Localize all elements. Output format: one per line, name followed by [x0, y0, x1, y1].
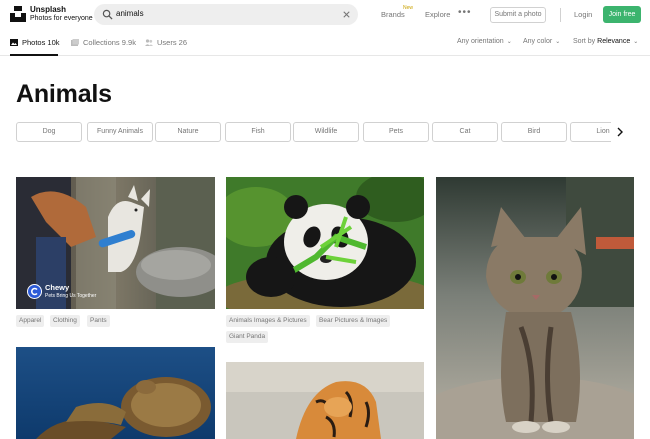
- photo-tag[interactable]: Giant Panda: [226, 331, 269, 343]
- related-chip[interactable]: Wildlife: [293, 122, 359, 142]
- photo-panda[interactable]: [226, 177, 424, 309]
- related-searches: Dog Funny Animals Nature Fish Wildlife P…: [16, 122, 611, 142]
- brand-name[interactable]: Unsplash: [30, 5, 66, 14]
- clear-search-icon[interactable]: [341, 9, 352, 20]
- related-chip[interactable]: Bird: [501, 122, 567, 142]
- chevron-down-icon: ⌄: [555, 39, 561, 45]
- brand-tagline: Photos for everyone: [30, 15, 93, 22]
- search-icon[interactable]: [102, 9, 113, 20]
- login-link[interactable]: Login: [574, 10, 592, 19]
- tab-users-label: Users 26: [157, 38, 188, 47]
- orientation-filter[interactable]: Any orientation ⌄: [457, 38, 512, 45]
- active-tab-indicator: [10, 54, 58, 56]
- related-chip[interactable]: Nature: [155, 122, 221, 142]
- photo-tag[interactable]: Apparel: [16, 315, 45, 327]
- chewy-logo-icon: [31, 287, 38, 296]
- related-chip[interactable]: Lion: [570, 122, 611, 142]
- collection-icon: [71, 39, 79, 46]
- tab-photos[interactable]: Photos 10k: [10, 38, 60, 47]
- chevron-down-icon: ⌄: [506, 39, 512, 45]
- orientation-filter-label: Any orientation: [457, 38, 504, 45]
- new-badge: New: [403, 5, 414, 11]
- color-filter[interactable]: Any color ⌄: [523, 38, 560, 45]
- chevron-right-icon[interactable]: [612, 123, 628, 141]
- photo-tag[interactable]: Animals Images & Pictures: [226, 315, 310, 327]
- image-icon: [10, 39, 18, 46]
- photo-tag[interactable]: Pants: [87, 315, 110, 327]
- sort-value: Relevance: [597, 38, 631, 45]
- users-icon: [145, 39, 153, 46]
- unsplash-logo-icon[interactable]: [10, 6, 26, 22]
- photo-sea-turtle[interactable]: [16, 347, 215, 439]
- search-bar[interactable]: animals: [94, 4, 358, 25]
- related-chip[interactable]: Dog: [16, 122, 82, 142]
- tab-users[interactable]: Users 26: [145, 38, 187, 47]
- header-divider: [560, 8, 561, 22]
- related-chip[interactable]: Funny Animals: [87, 122, 153, 142]
- photo-tiger[interactable]: [226, 362, 424, 439]
- sort-filter[interactable]: Sort by Relevance ⌄: [573, 38, 638, 45]
- related-chip[interactable]: Pets: [363, 122, 429, 142]
- join-free-button[interactable]: Join free: [603, 6, 641, 23]
- tab-collections-label: Collections 9.9k: [83, 38, 136, 47]
- author-sponsor-text: Pets Bring Us Together: [45, 293, 97, 299]
- chevron-down-icon: ⌄: [633, 39, 639, 45]
- tab-collections[interactable]: Collections 9.9k: [71, 38, 136, 47]
- search-tabs-bar: Photos 10k Collections 9.9k Users 26 Any…: [0, 30, 650, 56]
- color-filter-label: Any color: [523, 38, 553, 45]
- nav-explore-link[interactable]: Explore: [425, 10, 450, 19]
- photo-tag[interactable]: Bear Pictures & Images: [316, 315, 391, 327]
- top-navbar: Unsplash Photos for everyone animals Bra…: [0, 0, 650, 30]
- search-input[interactable]: animals: [116, 9, 144, 18]
- photo-kitten[interactable]: [436, 177, 634, 439]
- page-title: Animals: [16, 80, 112, 108]
- author-name[interactable]: Chewy: [45, 283, 69, 292]
- photo-tag[interactable]: Clothing: [50, 315, 80, 327]
- related-chip[interactable]: Cat: [432, 122, 498, 142]
- submit-photo-button[interactable]: Submit a photo: [490, 7, 546, 23]
- sort-prefix: Sort by: [573, 38, 596, 45]
- nav-brands-link[interactable]: Brands: [381, 10, 405, 19]
- related-chip[interactable]: Fish: [225, 122, 291, 142]
- more-menu-icon[interactable]: •••: [458, 7, 472, 18]
- tab-photos-label: Photos 10k: [22, 38, 60, 47]
